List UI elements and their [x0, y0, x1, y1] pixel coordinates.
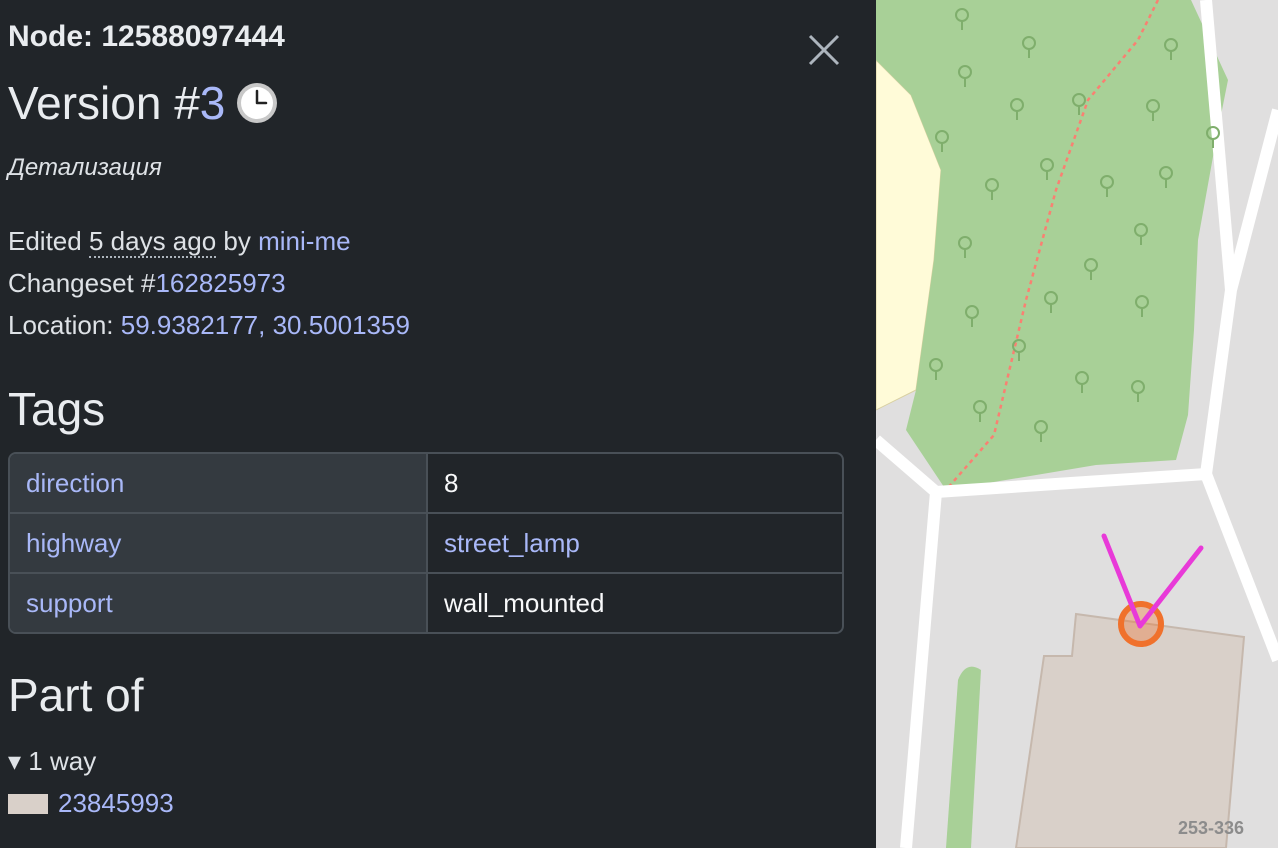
table-row: direction 8 — [10, 454, 842, 514]
tag-key-link[interactable]: highway — [26, 528, 121, 558]
edited-prefix: Edited — [8, 226, 82, 256]
clock-icon[interactable] — [235, 81, 279, 125]
version-number-link[interactable]: 3 — [200, 76, 226, 130]
tags-heading: Tags — [8, 383, 106, 435]
changeset-comment: Детализация — [8, 154, 162, 181]
part-of-heading: Part of — [8, 669, 144, 721]
location-link[interactable]: 59.9382177, 30.5001359 — [121, 310, 410, 340]
user-link[interactable]: mini-me — [258, 226, 350, 256]
tag-key-cell: direction — [10, 454, 428, 514]
ways-toggle[interactable]: ▾ 1 way — [8, 746, 96, 777]
tag-value-link[interactable]: street_lamp — [444, 528, 580, 558]
version-heading: Version #3 — [8, 76, 279, 130]
changeset-line: Changeset #162825973 — [8, 268, 286, 299]
edited-time: 5 days ago — [88, 226, 217, 258]
sidebar-panel: Node: 12588097444 Version #3 Детализация… — [0, 0, 876, 848]
map-view[interactable]: 253-336 — [876, 0, 1278, 848]
location-prefix: Location: — [8, 310, 114, 340]
way-link[interactable]: 23845993 — [58, 788, 174, 819]
changeset-link[interactable]: 162825973 — [155, 268, 285, 298]
map-canvas — [876, 0, 1278, 848]
edited-line: Edited 5 days ago by mini-me — [8, 226, 351, 258]
list-item: 23845993 — [8, 788, 174, 819]
node-title: Node: 12588097444 — [8, 20, 285, 53]
changeset-prefix: Changeset # — [8, 268, 156, 298]
tag-key-link[interactable]: direction — [26, 468, 124, 498]
tag-key-cell: support — [10, 574, 428, 632]
location-line: Location: 59.9382177, 30.5001359 — [8, 310, 410, 341]
way-swatch-icon — [8, 793, 48, 814]
close-icon[interactable] — [806, 32, 842, 68]
tag-value: wall_mounted — [444, 587, 605, 618]
tag-key-link[interactable]: support — [26, 588, 113, 618]
tag-value-cell: wall_mounted — [428, 574, 842, 632]
tags-table: direction 8 highway street_lamp support … — [8, 452, 844, 634]
tag-value-cell: 8 — [428, 454, 842, 514]
table-row: highway street_lamp — [10, 514, 842, 574]
tag-value-cell: street_lamp — [428, 514, 842, 574]
tag-value: 8 — [444, 467, 459, 498]
edited-by: by — [223, 226, 251, 256]
version-prefix: Version # — [8, 77, 200, 129]
table-row: support wall_mounted — [10, 574, 842, 632]
tag-key-cell: highway — [10, 514, 428, 574]
map-address-label: 253-336 — [1178, 818, 1245, 838]
